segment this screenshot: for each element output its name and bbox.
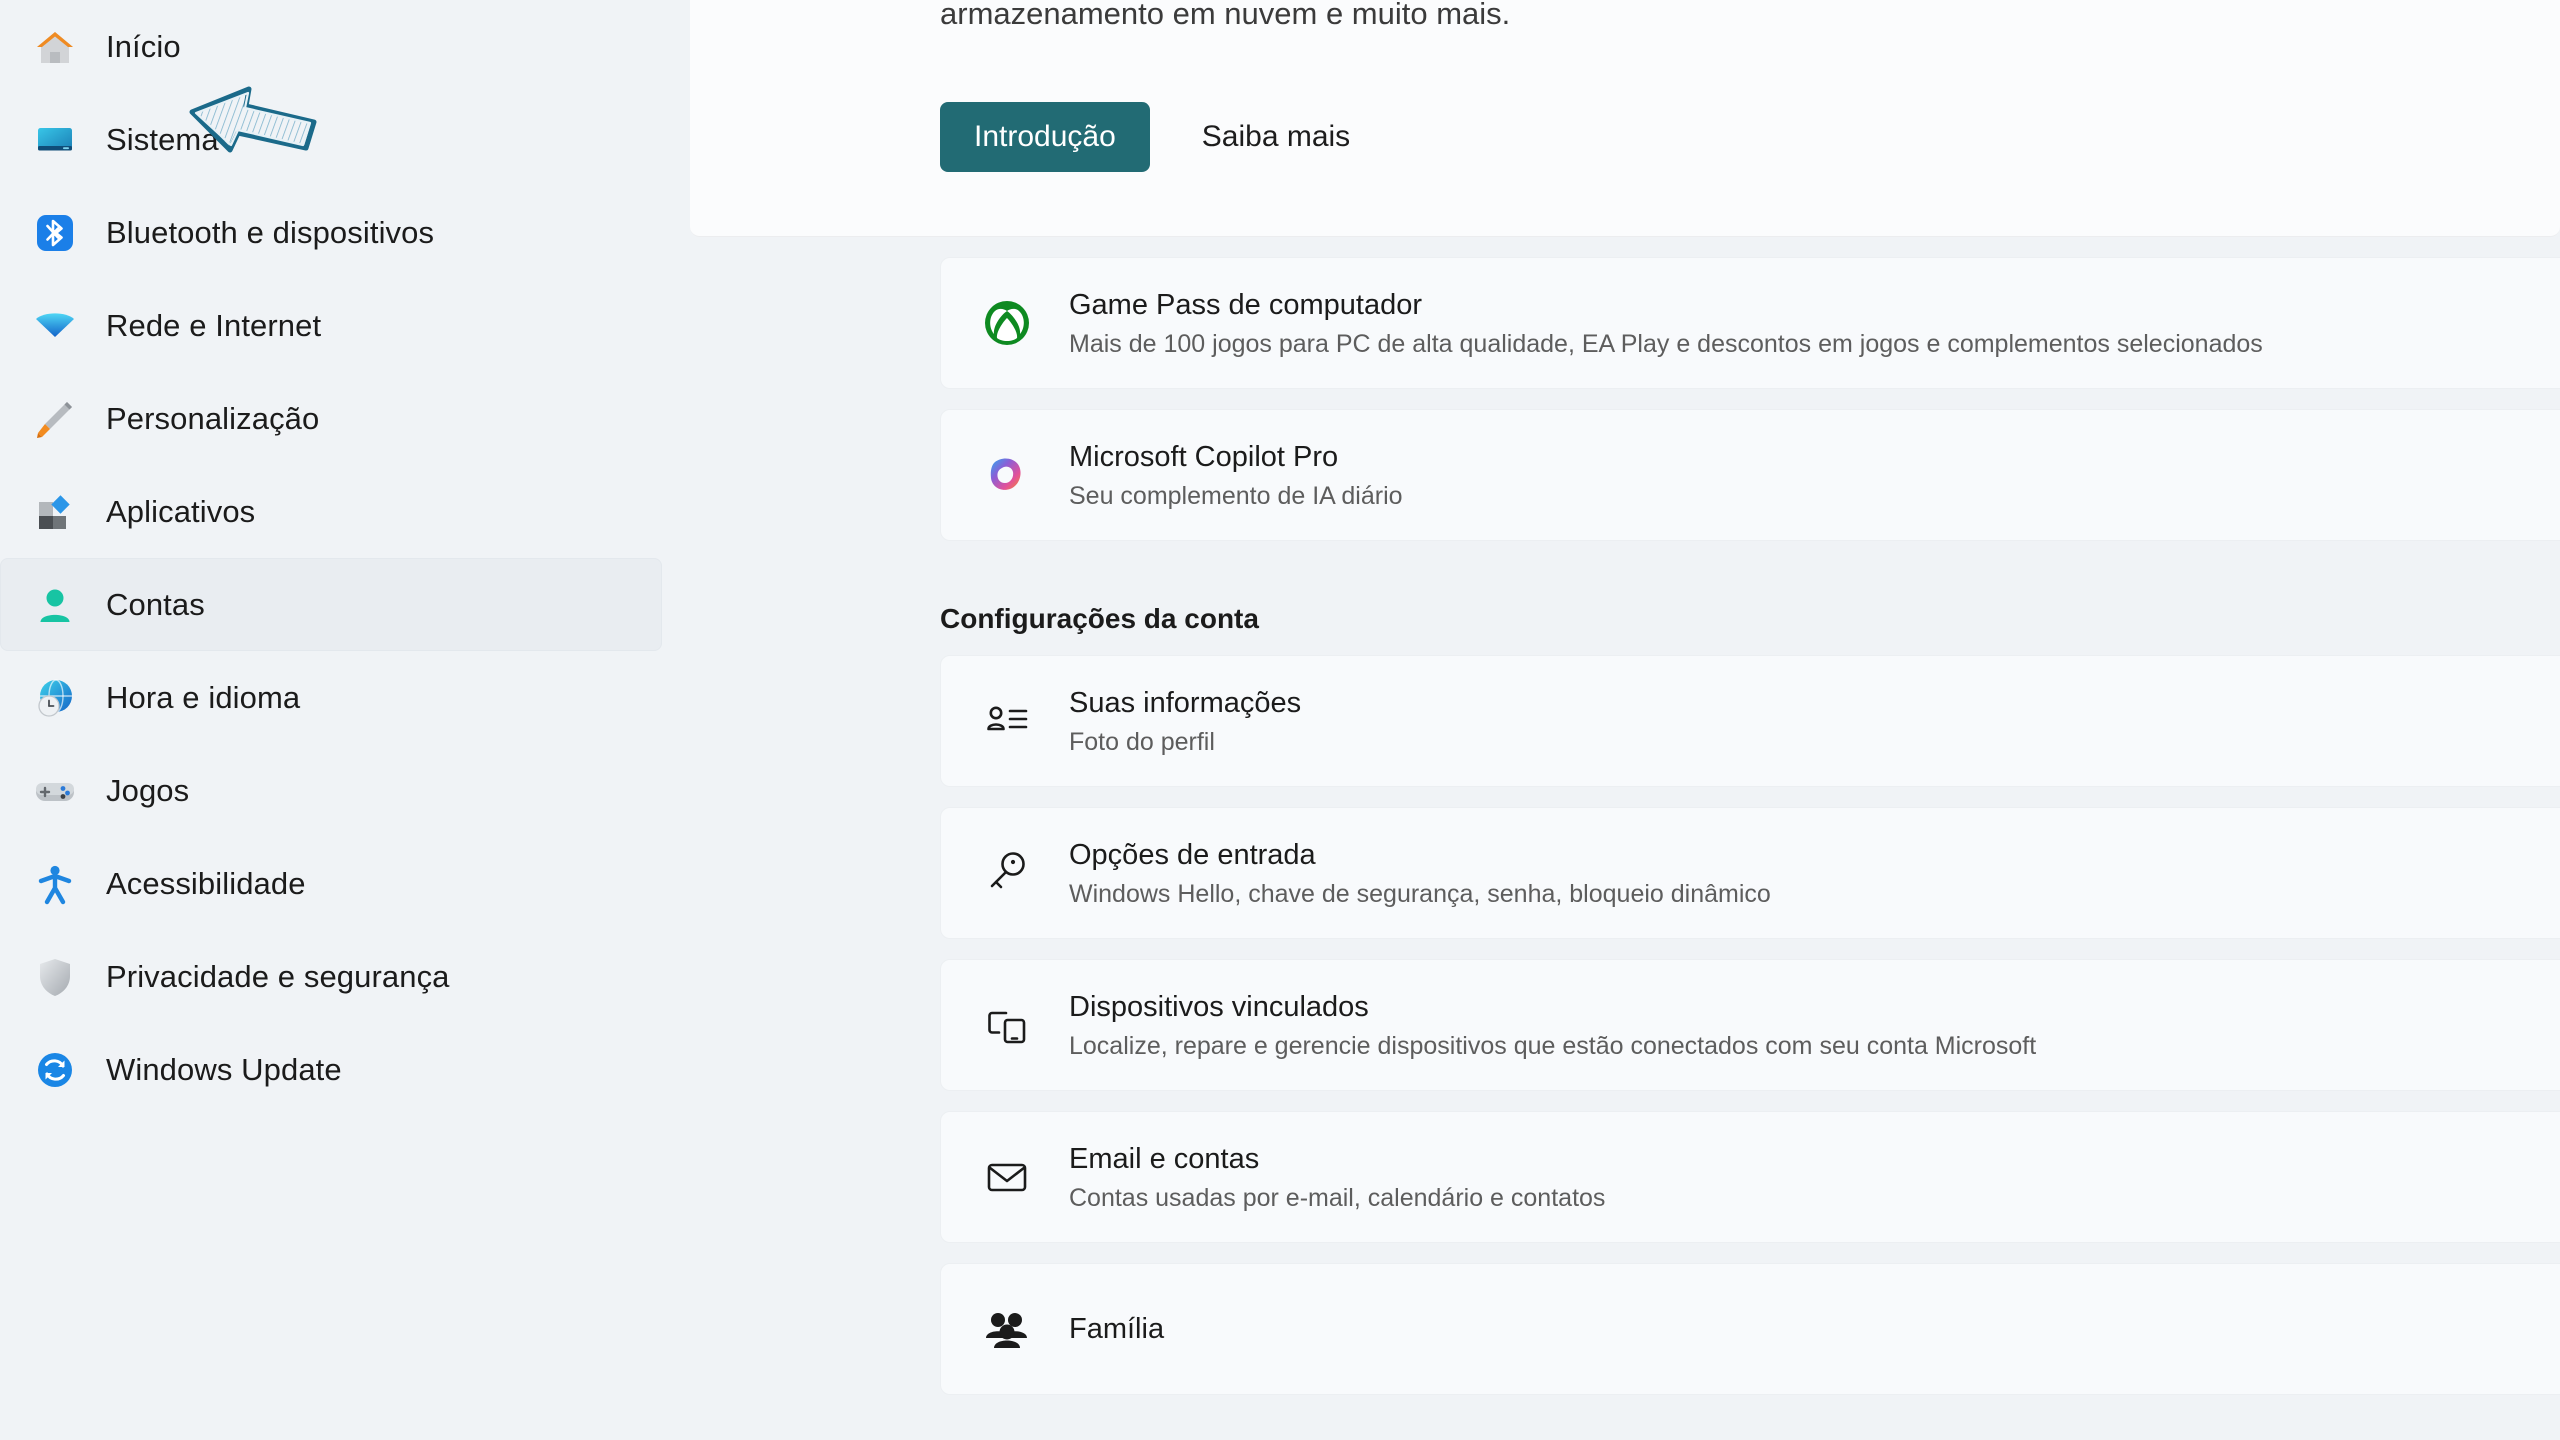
sidebar-nav-list: Início Sistema Bluetooth e dispositivos …	[0, 0, 690, 1116]
row-email-e-contas[interactable]: Email e contas Contas usadas por e-mail,…	[940, 1111, 2560, 1243]
card-subtitle: Windows Hello, chave de segurança, senha…	[1069, 879, 1771, 908]
person-icon	[28, 578, 82, 632]
card-title: Microsoft Copilot Pro	[1069, 440, 1339, 473]
settings-sidebar: Início Sistema Bluetooth e dispositivos …	[0, 0, 690, 1440]
settings-content: armazenamento em nuvem e muito mais. Int…	[690, 0, 2560, 1440]
sidebar-item-label: Sistema	[106, 121, 219, 157]
sidebar-item-bluetooth[interactable]: Bluetooth e dispositivos	[0, 186, 662, 279]
card-text: Opções de entrada Windows Hello, chave d…	[1069, 838, 1771, 909]
shield-icon	[28, 950, 82, 1004]
apps-icon	[28, 485, 82, 539]
sidebar-item-hora-idioma[interactable]: Hora e idioma	[0, 651, 662, 744]
card-title: Família	[1069, 1313, 1165, 1345]
key-icon	[975, 848, 1039, 898]
copilot-pro-card[interactable]: Microsoft Copilot Pro Seu complemento de…	[940, 409, 2560, 541]
row-dispositivos-vinculados[interactable]: Dispositivos vinculados Localize, repare…	[940, 959, 2560, 1091]
sidebar-item-sistema[interactable]: Sistema	[0, 93, 662, 186]
sidebar-item-personalizacao[interactable]: Personalização	[0, 372, 662, 465]
family-icon	[975, 1304, 1039, 1354]
card-text: Dispositivos vinculados Localize, repare…	[1069, 990, 2036, 1061]
gamepad-icon	[28, 764, 82, 818]
content-inner: armazenamento em nuvem e muito mais. Int…	[690, 0, 2560, 1395]
settings-window: Início Sistema Bluetooth e dispositivos …	[0, 0, 2560, 1440]
hero-actions: Introdução Saiba mais	[940, 102, 2560, 172]
sidebar-item-label: Aplicativos	[106, 493, 256, 529]
card-subtitle: Mais de 100 jogos para PC de alta qualid…	[1069, 329, 2263, 358]
card-subtitle: Contas usadas por e-mail, calendário e c…	[1069, 1183, 1606, 1212]
introducao-button[interactable]: Introdução	[940, 102, 1150, 172]
sidebar-item-label: Jogos	[106, 772, 190, 808]
linked-devices-icon	[975, 1000, 1039, 1050]
accessibility-icon	[28, 857, 82, 911]
row-opcoes-de-entrada[interactable]: Opções de entrada Windows Hello, chave d…	[940, 807, 2560, 939]
sidebar-item-label: Bluetooth e dispositivos	[106, 214, 435, 250]
card-title: Suas informações	[1069, 686, 1302, 719]
paintbrush-icon	[28, 392, 82, 446]
sidebar-item-label: Privacidade e segurança	[106, 958, 450, 994]
sidebar-item-label: Windows Update	[106, 1051, 342, 1087]
xbox-icon	[975, 297, 1039, 349]
sidebar-item-rede[interactable]: Rede e Internet	[0, 279, 662, 372]
card-title: Email e contas	[1069, 1142, 1260, 1175]
sidebar-item-label: Início	[106, 28, 181, 64]
sidebar-item-privacidade[interactable]: Privacidade e segurança	[0, 930, 662, 1023]
clock-globe-icon	[28, 671, 82, 725]
sidebar-item-windows-update[interactable]: Windows Update	[0, 1023, 662, 1116]
system-monitor-icon	[28, 113, 82, 167]
bluetooth-icon	[28, 206, 82, 260]
card-title: Game Pass de computador	[1069, 288, 1423, 321]
card-text: Microsoft Copilot Pro Seu complemento de…	[1069, 440, 1403, 511]
sidebar-item-label: Contas	[106, 586, 205, 622]
card-text: Email e contas Contas usadas por e-mail,…	[1069, 1142, 1605, 1213]
saiba-mais-link[interactable]: Saiba mais	[1202, 120, 1350, 154]
card-title: Dispositivos vinculados	[1069, 990, 1369, 1023]
contact-info-icon	[975, 696, 1039, 746]
envelope-icon	[975, 1152, 1039, 1202]
card-subtitle: Foto do perfil	[1069, 727, 1215, 756]
sidebar-item-contas[interactable]: Contas	[0, 558, 662, 651]
account-settings-heading: Configurações da conta	[940, 603, 1259, 634]
update-refresh-icon	[28, 1043, 82, 1097]
card-text: Suas informações Foto do perfil	[1069, 686, 1301, 757]
sidebar-item-aplicativos[interactable]: Aplicativos	[0, 465, 662, 558]
sidebar-item-label: Rede e Internet	[106, 307, 322, 343]
card-text: Família	[1069, 1312, 1164, 1346]
sidebar-item-label: Acessibilidade	[106, 865, 306, 901]
microsoft-365-hero-card: armazenamento em nuvem e muito mais. Int…	[690, 0, 2560, 237]
sidebar-item-jogos[interactable]: Jogos	[0, 744, 662, 837]
sidebar-item-acessibilidade[interactable]: Acessibilidade	[0, 837, 662, 930]
copilot-icon	[975, 449, 1039, 501]
card-subtitle: Localize, repare e gerencie dispositivos…	[1069, 1031, 2037, 1060]
sidebar-item-inicio[interactable]: Início	[0, 0, 662, 93]
row-suas-informacoes[interactable]: Suas informações Foto do perfil	[940, 655, 2560, 787]
row-familia[interactable]: Família	[940, 1263, 2560, 1395]
card-text: Game Pass de computador Mais de 100 jogo…	[1069, 288, 2263, 359]
wifi-icon	[28, 299, 82, 353]
sidebar-item-label: Personalização	[106, 400, 320, 436]
card-subtitle: Seu complemento de IA diário	[1069, 481, 1403, 510]
sidebar-item-label: Hora e idioma	[106, 679, 301, 715]
card-title: Opções de entrada	[1069, 838, 1316, 871]
hero-description-tail: armazenamento em nuvem e muito mais.	[940, 0, 1511, 31]
game-pass-card[interactable]: Game Pass de computador Mais de 100 jogo…	[940, 257, 2560, 389]
home-icon	[28, 20, 82, 74]
